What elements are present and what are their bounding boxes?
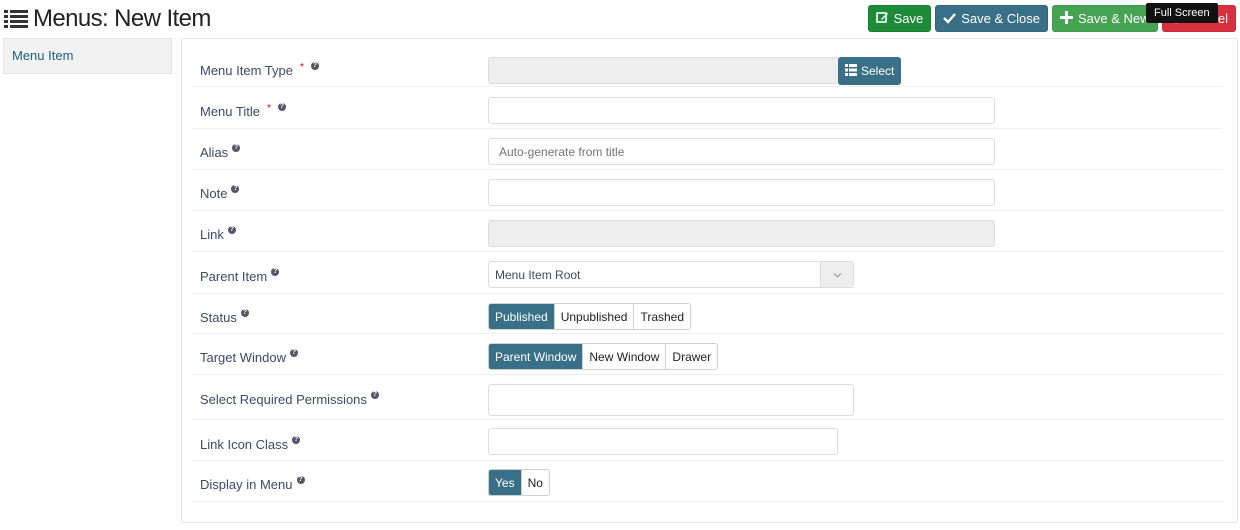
save-label: Save: [893, 11, 924, 26]
select-label: Select: [861, 64, 895, 78]
edit-icon: [875, 11, 889, 27]
save-new-button[interactable]: Save & New: [1051, 5, 1158, 32]
form-row-parent-item: Parent Item ? Menu Item Root: [192, 252, 1223, 294]
form-row-status: Status ? Published Unpublished Trashed: [192, 294, 1223, 334]
page-title: Menus: New Item: [33, 5, 211, 32]
help-icon[interactable]: ?: [271, 267, 280, 276]
chevron-down-icon[interactable]: [820, 262, 853, 287]
target-window-toggle: Parent Window New Window Drawer: [488, 343, 719, 370]
form-row-target-window: Target Window ? Parent Window New Window…: [192, 334, 1223, 375]
fullscreen-tooltip: Full Screen: [1146, 3, 1218, 23]
parent-item-value: Menu Item Root: [495, 267, 581, 282]
list-icon: [4, 9, 28, 29]
required-marker: *: [299, 62, 304, 73]
plus-icon: [1059, 10, 1073, 27]
menu-title-input[interactable]: [488, 97, 995, 124]
status-published[interactable]: Published: [489, 304, 554, 329]
form-row-menu-item-type: Menu Item Type * ? Select: [192, 47, 1223, 87]
help-icon[interactable]: ?: [277, 102, 286, 111]
menu-item-type-label: Menu Item Type: [200, 63, 293, 78]
display-in-menu-label: Display in Menu: [200, 477, 293, 492]
page-header: Menus: New Item: [4, 4, 211, 34]
note-label: Note: [200, 186, 228, 201]
link-label: Link: [200, 227, 224, 242]
link-icon-class-label: Link Icon Class: [200, 437, 289, 452]
status-toggle: Published Unpublished Trashed: [488, 303, 692, 330]
parent-item-select[interactable]: Menu Item Root: [488, 261, 854, 288]
help-icon[interactable]: ?: [370, 390, 379, 399]
tab-menu-item[interactable]: Menu Item: [3, 38, 172, 74]
status-label: Status: [200, 310, 237, 325]
permissions-input[interactable]: [488, 384, 854, 416]
target-window-label: Target Window: [200, 350, 286, 365]
save-close-button[interactable]: Save & Close: [935, 5, 1048, 32]
form-row-alias: Alias ?: [192, 129, 1223, 170]
help-icon[interactable]: ?: [232, 143, 241, 152]
display-yes[interactable]: Yes: [489, 470, 521, 495]
link-icon-class-input[interactable]: [488, 428, 838, 455]
menu-item-type-field: [488, 57, 840, 84]
link-field: [488, 220, 995, 247]
required-marker: *: [266, 103, 271, 114]
permissions-label: Select Required Permissions: [200, 392, 367, 407]
help-icon[interactable]: ?: [289, 348, 298, 357]
help-icon[interactable]: ?: [292, 435, 301, 444]
form-row-display-in-menu: Display in Menu ? Yes No: [192, 461, 1223, 502]
alias-input[interactable]: [488, 138, 995, 165]
help-icon[interactable]: ?: [227, 225, 236, 234]
alias-label: Alias: [200, 145, 229, 160]
form-row-permissions: Select Required Permissions ?: [192, 375, 1223, 420]
target-drawer[interactable]: Drawer: [665, 344, 718, 369]
note-input[interactable]: [488, 179, 995, 206]
save-button[interactable]: Save: [867, 5, 932, 32]
target-parent-window[interactable]: Parent Window: [489, 344, 583, 369]
form-panel: Menu Item Type * ? Select Menu Title * ?…: [181, 38, 1238, 523]
list-icon: [845, 63, 857, 79]
status-trashed[interactable]: Trashed: [633, 304, 691, 329]
status-unpublished[interactable]: Unpublished: [553, 304, 634, 329]
help-icon[interactable]: ?: [310, 61, 319, 70]
help-icon[interactable]: ?: [296, 475, 305, 484]
menu-title-label: Menu Title: [200, 104, 260, 119]
display-no[interactable]: No: [520, 470, 549, 495]
save-new-label: Save & New: [1077, 11, 1150, 26]
help-icon[interactable]: ?: [231, 184, 240, 193]
save-close-label: Save & Close: [961, 11, 1040, 26]
display-in-menu-toggle: Yes No: [488, 469, 550, 496]
form-row-link-icon-class: Link Icon Class ?: [192, 420, 1223, 461]
form-row-link: Link ?: [192, 211, 1223, 252]
select-menu-item-type-button[interactable]: Select: [838, 57, 902, 85]
form-row-menu-title: Menu Title * ?: [192, 88, 1223, 129]
check-icon: [943, 11, 957, 27]
form-row-note: Note ?: [192, 170, 1223, 211]
target-new-window[interactable]: New Window: [582, 344, 666, 369]
parent-item-label: Parent Item: [200, 269, 268, 284]
help-icon[interactable]: ?: [240, 308, 249, 317]
